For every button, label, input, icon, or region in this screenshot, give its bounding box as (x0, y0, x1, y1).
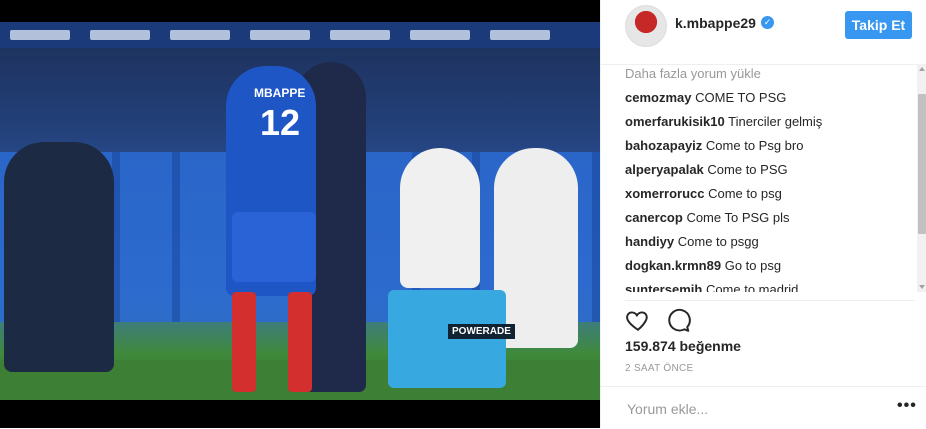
avatar[interactable] (625, 5, 667, 47)
comment-text: Come to psg (708, 186, 782, 201)
comment-bubble-icon[interactable] (665, 307, 691, 333)
comment-item: alperyapalak Come to PSG (625, 162, 788, 177)
comment-text: Come to Psg bro (705, 138, 804, 153)
comments-scrollbar[interactable] (917, 64, 926, 292)
scroll-down-arrow-icon[interactable] (919, 285, 925, 289)
comment-user[interactable]: dogkan.krmn89 (625, 258, 721, 273)
comment-text: Tinerciler gelmiş (728, 114, 823, 129)
scrollbar-thumb[interactable] (918, 94, 926, 234)
post-photo-pane: MBAPPE 12 POWERADE (0, 0, 600, 428)
staff-figure-right (494, 148, 578, 348)
comments-list[interactable]: Daha fazla yorum yükle cemozmay COME TO … (625, 64, 915, 292)
comment-text: Come To PSG pls (686, 210, 790, 225)
comment-user[interactable]: alperyapalak (625, 162, 704, 177)
comment-item: xomerrorucc Come to psg (625, 186, 782, 201)
comment-input[interactable] (625, 397, 879, 421)
comment-user[interactable]: suntersemih (625, 282, 702, 292)
comment-item: canercop Come To PSG pls (625, 210, 790, 225)
scroll-up-arrow-icon[interactable] (919, 67, 925, 71)
more-options-icon[interactable]: ••• (897, 397, 917, 415)
comment-user[interactable]: canercop (625, 210, 683, 225)
heart-icon[interactable] (625, 307, 651, 333)
post-sidebar: k.mbappe29 ✓ Takip Et Daha fazla yorum y… (600, 0, 926, 428)
comment-item: dogkan.krmn89 Go to psg (625, 258, 781, 273)
comment-user[interactable]: omerfarukisik10 (625, 114, 725, 129)
username[interactable]: k.mbappe29 (675, 15, 756, 31)
player-socks-right (288, 292, 312, 392)
load-more-comments-link[interactable]: Daha fazla yorum yükle (625, 66, 761, 81)
player-shorts (232, 212, 316, 282)
stadium-banner (0, 22, 600, 48)
comment-text: Come to PSG (707, 162, 788, 177)
comment-text: Go to psg (724, 258, 782, 273)
post-timestamp: 2 SAAT ÖNCE (625, 363, 694, 374)
jersey-number: 12 (260, 102, 301, 143)
post-photo[interactable]: MBAPPE 12 POWERADE (0, 22, 600, 400)
comment-user[interactable]: xomerrorucc (625, 186, 704, 201)
verified-badge-icon: ✓ (761, 16, 774, 29)
add-comment-bar: ••• (601, 386, 926, 429)
cooler-label: POWERADE (448, 324, 515, 339)
drinks-cooler: POWERADE (388, 290, 515, 388)
comment-item: bahozapayiz Come to Psg bro (625, 138, 803, 153)
post-actions (625, 300, 915, 337)
comment-user[interactable]: handiyy (625, 234, 674, 249)
comment-item: handiyy Come to psgg (625, 234, 759, 249)
staff-figure-left (4, 142, 114, 372)
comment-item: cemozmay COME TO PSG (625, 90, 786, 105)
comment-user[interactable]: bahozapayiz (625, 138, 702, 153)
jersey-name: MBAPPE (254, 86, 306, 100)
comment-item: suntersemih Come to madrid (625, 282, 798, 292)
comment-item: omerfarukisik10 Tinerciler gelmiş (625, 114, 822, 129)
comment-text: Come to madrid (705, 282, 799, 292)
follow-button[interactable]: Takip Et (845, 11, 912, 39)
post-header: k.mbappe29 ✓ Takip Et (601, 0, 926, 65)
likes-count[interactable]: 159.874 beğenme (625, 338, 741, 354)
staff-figure-bench (400, 148, 480, 288)
comment-text: Come to psgg (677, 234, 759, 249)
player-socks (232, 292, 256, 392)
comment-text: COME TO PSG (695, 90, 787, 105)
comment-user[interactable]: cemozmay (625, 90, 691, 105)
